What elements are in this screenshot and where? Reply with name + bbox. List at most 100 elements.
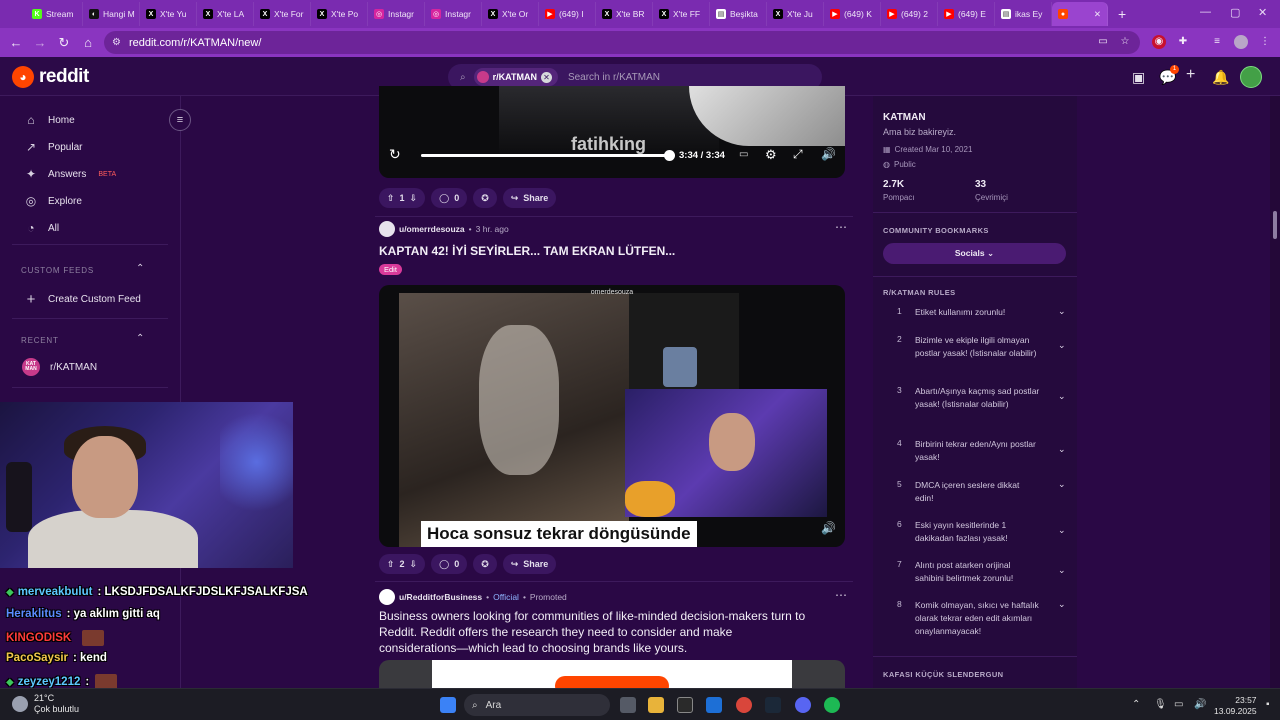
scroll-thumb[interactable] (1273, 211, 1277, 239)
back-icon[interactable]: ← (4, 35, 28, 50)
browser-tab[interactable]: K Stream (26, 2, 83, 26)
browser-tab[interactable]: X X'te BR (596, 2, 653, 26)
task-view-icon[interactable] (620, 697, 636, 713)
business-avatar-icon[interactable] (379, 589, 395, 605)
browser-tab[interactable]: X X'te Yu (140, 2, 197, 26)
chevron-down-icon[interactable]: ⌄ (1058, 565, 1066, 576)
browser-tab[interactable]: X X'te FF (653, 2, 710, 26)
new-tab-button[interactable]: + (1108, 6, 1136, 22)
volume-icon[interactable]: 🔊 (821, 521, 836, 535)
video-player[interactable]: omerdesouza Hoca sonsuz tekrar döngüsünd… (379, 285, 845, 547)
file-explorer-icon[interactable] (648, 697, 664, 713)
chevron-down-icon[interactable]: ⌄ (1058, 525, 1066, 536)
recent-heading[interactable]: RECENT (21, 336, 59, 345)
downvote-icon[interactable]: ⇩ (410, 559, 418, 570)
video-player[interactable]: fatihking ↻ 3:34 / 3:34 ▭ ⚙ ⤢ 🔊 (379, 86, 845, 178)
progress-handle[interactable] (664, 150, 675, 161)
network-icon[interactable]: ▭ (1174, 699, 1183, 710)
browser-menu-icon[interactable]: ⋮ (1258, 35, 1272, 49)
nav-item-home[interactable]: ⌂ Home (24, 113, 74, 127)
browser-tab[interactable]: ◎ Instagr (425, 2, 482, 26)
settings-gear-icon[interactable]: ⚙ (765, 147, 777, 163)
chrome-icon[interactable] (736, 697, 752, 713)
notifications-icon[interactable]: 🔔 (1212, 69, 1229, 86)
chip-remove-icon[interactable]: ✕ (540, 71, 552, 83)
post-author[interactable]: u/omerrdesouza (399, 224, 465, 234)
volume-icon[interactable]: 🔊 (821, 147, 836, 161)
browser-tab[interactable]: ▤ Beşikta (710, 2, 767, 26)
nav-item-all[interactable]: ◔ All (24, 221, 59, 235)
close-window-icon[interactable]: ✕ (1258, 6, 1267, 19)
browser-tab[interactable]: X X'te LA (197, 2, 254, 26)
fullscreen-icon[interactable]: ⤢ (793, 147, 803, 162)
more-options-icon[interactable]: ⋯ (835, 220, 848, 234)
chevron-down-icon[interactable]: ⌄ (1058, 391, 1066, 402)
collapse-nav-button[interactable]: ≡ (169, 109, 191, 131)
profile-icon[interactable] (1234, 35, 1248, 49)
vote-pill[interactable]: ⇧ 2 ⇩ (379, 554, 426, 574)
progress-track[interactable] (421, 154, 669, 157)
forward-icon[interactable]: → (28, 35, 52, 50)
discord-icon[interactable] (795, 697, 811, 713)
reddit-logo[interactable]: ◕ reddit (12, 66, 89, 88)
maximize-icon[interactable]: ▢ (1230, 6, 1240, 19)
weather-widget[interactable]: 21°C Çok bulutlu (12, 693, 79, 715)
share-button[interactable]: ↪ Share (502, 554, 557, 574)
chevron-up-icon[interactable]: ⌃ (136, 333, 144, 344)
subreddit-search-chip[interactable]: r/KATMAN ✕ (473, 68, 558, 86)
browser-tab[interactable]: X X'te Ju (767, 2, 824, 26)
comments-button[interactable]: ◯ 0 (431, 188, 468, 208)
browser-tab[interactable]: ◎ Instagr (368, 2, 425, 26)
upvote-icon[interactable]: ⇧ (387, 193, 395, 204)
nav-item-explore[interactable]: ◎ Explore (24, 194, 82, 208)
share-button[interactable]: ↪ Share (502, 188, 557, 208)
post-author[interactable]: u/RedditforBusiness (399, 592, 482, 602)
chevron-up-icon[interactable]: ⌃ (136, 263, 144, 274)
custom-feeds-heading[interactable]: CUSTOM FEEDS (21, 266, 94, 275)
media-control-icon[interactable]: ≡ (1210, 35, 1224, 49)
start-icon[interactable] (440, 697, 456, 713)
page-scrollbar[interactable] (1270, 96, 1280, 688)
bookmark-star-icon[interactable]: ☆ (1118, 35, 1132, 49)
chevron-down-icon[interactable]: ⌄ (1058, 340, 1066, 351)
more-options-icon[interactable]: ⋯ (835, 588, 848, 602)
browser-tab[interactable]: X X'te Or (482, 2, 539, 26)
upvote-icon[interactable]: ⇧ (387, 559, 395, 570)
browser-tab[interactable]: ▶ (649) E (938, 2, 995, 26)
browser-tab[interactable]: ▶ (649) 2 (881, 2, 938, 26)
nav-item-answers[interactable]: ✦ Answers BETA (24, 167, 116, 181)
advertise-icon[interactable]: ▣ (1132, 69, 1145, 86)
create-post-icon[interactable]: + (1186, 66, 1195, 84)
nav-item-popular[interactable]: ↗ Popular (24, 140, 83, 154)
browser-tab[interactable]: X X'te Po (311, 2, 368, 26)
browser-tab[interactable]: ▤ ikas Ey (995, 2, 1052, 26)
user-avatar-icon[interactable] (379, 221, 395, 237)
user-avatar[interactable] (1240, 66, 1262, 88)
chevron-down-icon[interactable]: ⌄ (1058, 599, 1066, 610)
home-icon[interactable]: ⌂ (76, 35, 100, 50)
socials-dropdown[interactable]: Socials ⌄ (883, 243, 1066, 264)
extension-icon[interactable]: ◉ (1152, 35, 1166, 49)
notification-center-icon[interactable]: ▪ (1266, 699, 1270, 710)
taskbar-search[interactable]: ⌕ Ara (464, 694, 610, 716)
microphone-icon[interactable]: 🎙 (1154, 699, 1167, 710)
post-flair[interactable]: Edit (379, 264, 402, 275)
browser-tab[interactable]: ▶ (649) K (824, 2, 881, 26)
award-button[interactable]: ✪ (473, 554, 497, 574)
volume-icon[interactable]: 🔊 (1194, 699, 1206, 710)
chevron-down-icon[interactable]: ⌄ (1058, 306, 1066, 317)
extensions-puzzle-icon[interactable]: ✚ (1176, 35, 1190, 49)
vote-pill[interactable]: ⇧ 1 ⇩ (379, 188, 426, 208)
recent-item-katman[interactable]: KAT MAN r/KATMAN (22, 358, 97, 376)
outlook-icon[interactable] (706, 697, 722, 713)
chevron-down-icon[interactable]: ⌄ (1058, 479, 1066, 490)
cast-icon[interactable]: ▭ (1096, 35, 1110, 49)
replay-icon[interactable]: ↻ (389, 146, 401, 163)
browser-tab[interactable]: ▶ (649) I (539, 2, 596, 26)
steam-icon[interactable] (765, 697, 781, 713)
reload-icon[interactable]: ↻ (52, 35, 76, 51)
minimize-icon[interactable]: — (1200, 6, 1211, 18)
downvote-icon[interactable]: ⇩ (410, 193, 418, 204)
browser-tab[interactable]: ● ✕ (1052, 2, 1108, 26)
chevron-up-icon[interactable]: ⌃ (1132, 699, 1140, 710)
